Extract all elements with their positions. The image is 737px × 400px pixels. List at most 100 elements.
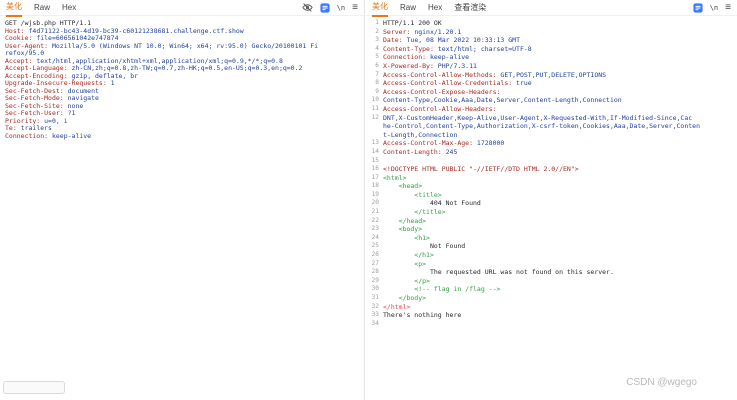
line-number: 8 <box>375 79 379 87</box>
wrap-toggle-icon[interactable] <box>320 2 330 13</box>
request-line: Connection: keep-alive <box>5 132 362 140</box>
response-line: 8 Access-Control-Allow-Credentials: true <box>371 79 735 88</box>
request-line: Accept: text/html,application/xhtml+xml,… <box>5 57 362 65</box>
line-content: Content-Length: 245 <box>383 147 458 156</box>
request-line: refox/95.0 <box>5 49 362 57</box>
request-tab-raw[interactable]: Raw <box>34 1 50 15</box>
line-content: Date: Tue, 08 Mar 2022 10:33:13 GMT <box>383 36 520 45</box>
response-line: 7 Access-Control-Allow-Methods: GET,POST,… <box>371 71 735 80</box>
line-content: <body> <box>383 225 423 234</box>
line-content: Content-Type,Cookie,Aaa,Date,Server,Cont… <box>383 96 622 105</box>
line-content: <h1> <box>383 233 430 242</box>
line-number: 11 <box>371 104 379 112</box>
response-line: 26 </h1> <box>371 251 735 260</box>
http-viewer-window: 美化 Raw Hex \n ≡ GET /wjsb.php HTTP/1.1 H… <box>0 0 737 400</box>
response-editor[interactable]: 1 HTTP/1.1 200 OK 2 Server: nginx/1.20.1 3 Da… <box>366 16 737 328</box>
response-line: 33 There's nothing here <box>371 311 735 320</box>
line-number: 34 <box>371 319 379 327</box>
line-content: Access-Control-Allow-Credentials: true <box>383 79 532 88</box>
line-content: t-Length,Connection <box>383 130 458 139</box>
response-tab-hex[interactable]: Hex <box>428 1 442 15</box>
response-tab-pretty[interactable]: 美化 <box>372 0 388 17</box>
line-content: Access-Control-Max-Age: 1728000 <box>383 139 505 148</box>
response-line: 21 </title> <box>371 208 735 217</box>
line-content: Access-Control-Allow-Methods: GET,POST,P… <box>383 70 607 79</box>
line-content: Server: nginx/1.20.1 <box>383 27 462 36</box>
line-number: 15 <box>371 156 379 164</box>
response-line: 15 <box>371 157 735 166</box>
request-line: Priority: u=0, i <box>5 117 362 125</box>
line-content: </h1> <box>383 251 434 260</box>
response-line: t-Length,Connection <box>371 131 735 140</box>
line-number: 22 <box>371 216 379 224</box>
response-line: 4 Content-Type: text/html; charset=UTF-8 <box>371 45 735 54</box>
line-number: 33 <box>371 311 379 319</box>
line-number: 14 <box>371 147 379 155</box>
request-tab-pretty[interactable]: 美化 <box>6 0 22 17</box>
line-content: refox/95.0 <box>5 49 45 57</box>
line-content: Content-Type: text/html; charset=UTF-8 <box>383 44 532 53</box>
response-line: 6 X-Powered-By: PHP/7.3.11 <box>371 62 735 71</box>
line-number: 7 <box>375 70 379 78</box>
line-content: <title> <box>383 190 442 199</box>
line-content: Accept: text/html,application/xhtml+xml,… <box>5 56 283 65</box>
request-line: Accept-Encoding: gzip, deflate, br <box>5 72 362 80</box>
eye-off-icon[interactable] <box>302 2 313 13</box>
response-line: 32 </html> <box>371 303 735 312</box>
newline-toggle-icon[interactable]: \n <box>710 4 718 12</box>
line-content: </head> <box>383 216 427 225</box>
request-line: Sec-Fetch-User: ?1 <box>5 109 362 117</box>
line-content: he-Control,Content-Type,Authorization,X-… <box>383 122 700 131</box>
request-tab-hex[interactable]: Hex <box>62 1 76 15</box>
response-line: 25 Not Found <box>371 242 735 251</box>
line-content: Upgrade-Insecure-Requests: 1 <box>5 79 115 87</box>
newline-toggle-icon[interactable]: \n <box>337 4 345 12</box>
line-number: 4 <box>375 44 379 52</box>
line-content: 404 Not Found <box>383 199 481 208</box>
request-toolbar: 美化 Raw Hex \n ≡ <box>0 0 364 17</box>
line-number: 32 <box>371 302 379 310</box>
line-content: <head> <box>383 182 423 191</box>
response-line: 23 <body> <box>371 225 735 234</box>
response-line: 16 <!DOCTYPE HTML PUBLIC "-//IETF//DTD HT… <box>371 165 735 174</box>
line-number: 28 <box>371 268 379 276</box>
response-line: 30 <!-- flag in /flag --> <box>371 285 735 294</box>
line-number: 24 <box>371 233 379 241</box>
wrap-toggle-icon[interactable] <box>693 2 703 13</box>
line-content: DNT,X-CustomHeader,Keep-Alive,User-Agent… <box>383 113 693 122</box>
line-content: Connection: keep-alive <box>383 53 470 62</box>
request-editor[interactable]: GET /wjsb.php HTTP/1.1 Host: f4d71122-bc4… <box>0 16 364 140</box>
line-content: Not Found <box>383 242 466 251</box>
line-content: There's nothing here <box>383 311 462 320</box>
request-line: Sec-Fetch-Site: none <box>5 102 362 110</box>
line-number: 2 <box>375 27 379 35</box>
response-toolbar-icons: \n ≡ <box>693 2 731 13</box>
request-line: Cookie: file=606561042e747874 <box>5 34 362 42</box>
line-number: 19 <box>371 190 379 198</box>
line-content: </p> <box>383 276 430 285</box>
line-number: 3 <box>375 36 379 44</box>
line-number: 17 <box>371 173 379 181</box>
line-number: 5 <box>375 53 379 61</box>
line-content: Sec-Fetch-Mode: navigate <box>5 94 99 102</box>
menu-icon[interactable]: ≡ <box>352 2 358 13</box>
response-line: 29 </p> <box>371 277 735 286</box>
request-line: GET /wjsb.php HTTP/1.1 <box>5 19 362 27</box>
line-content: HTTP/1.1 200 OK <box>383 19 442 27</box>
response-line: 28 The requested URL was not found on th… <box>371 268 735 277</box>
response-line: 14 Content-Length: 245 <box>371 148 735 157</box>
response-line: 22 </head> <box>371 217 735 226</box>
request-pane: 美化 Raw Hex \n ≡ GET /wjsb.php HTTP/1.1 H… <box>0 0 365 400</box>
line-content: <!DOCTYPE HTML PUBLIC "-//IETF//DTD HTML… <box>383 165 579 174</box>
response-line: 1 HTTP/1.1 200 OK <box>371 19 735 28</box>
line-number: 12 <box>371 113 379 121</box>
menu-icon[interactable]: ≡ <box>725 2 731 13</box>
response-line: 31 </body> <box>371 294 735 303</box>
bottom-left-box <box>3 381 65 394</box>
response-tab-raw[interactable]: Raw <box>400 1 416 15</box>
response-tab-render[interactable]: 查看渲染 <box>454 0 486 16</box>
response-line: 11 Access-Control-Allow-Headers: <box>371 105 735 114</box>
line-number: 10 <box>371 96 379 104</box>
line-content: The requested URL was not found on this … <box>383 268 614 277</box>
response-toolbar: 美化 Raw Hex 查看渲染 \n ≡ <box>366 0 737 17</box>
